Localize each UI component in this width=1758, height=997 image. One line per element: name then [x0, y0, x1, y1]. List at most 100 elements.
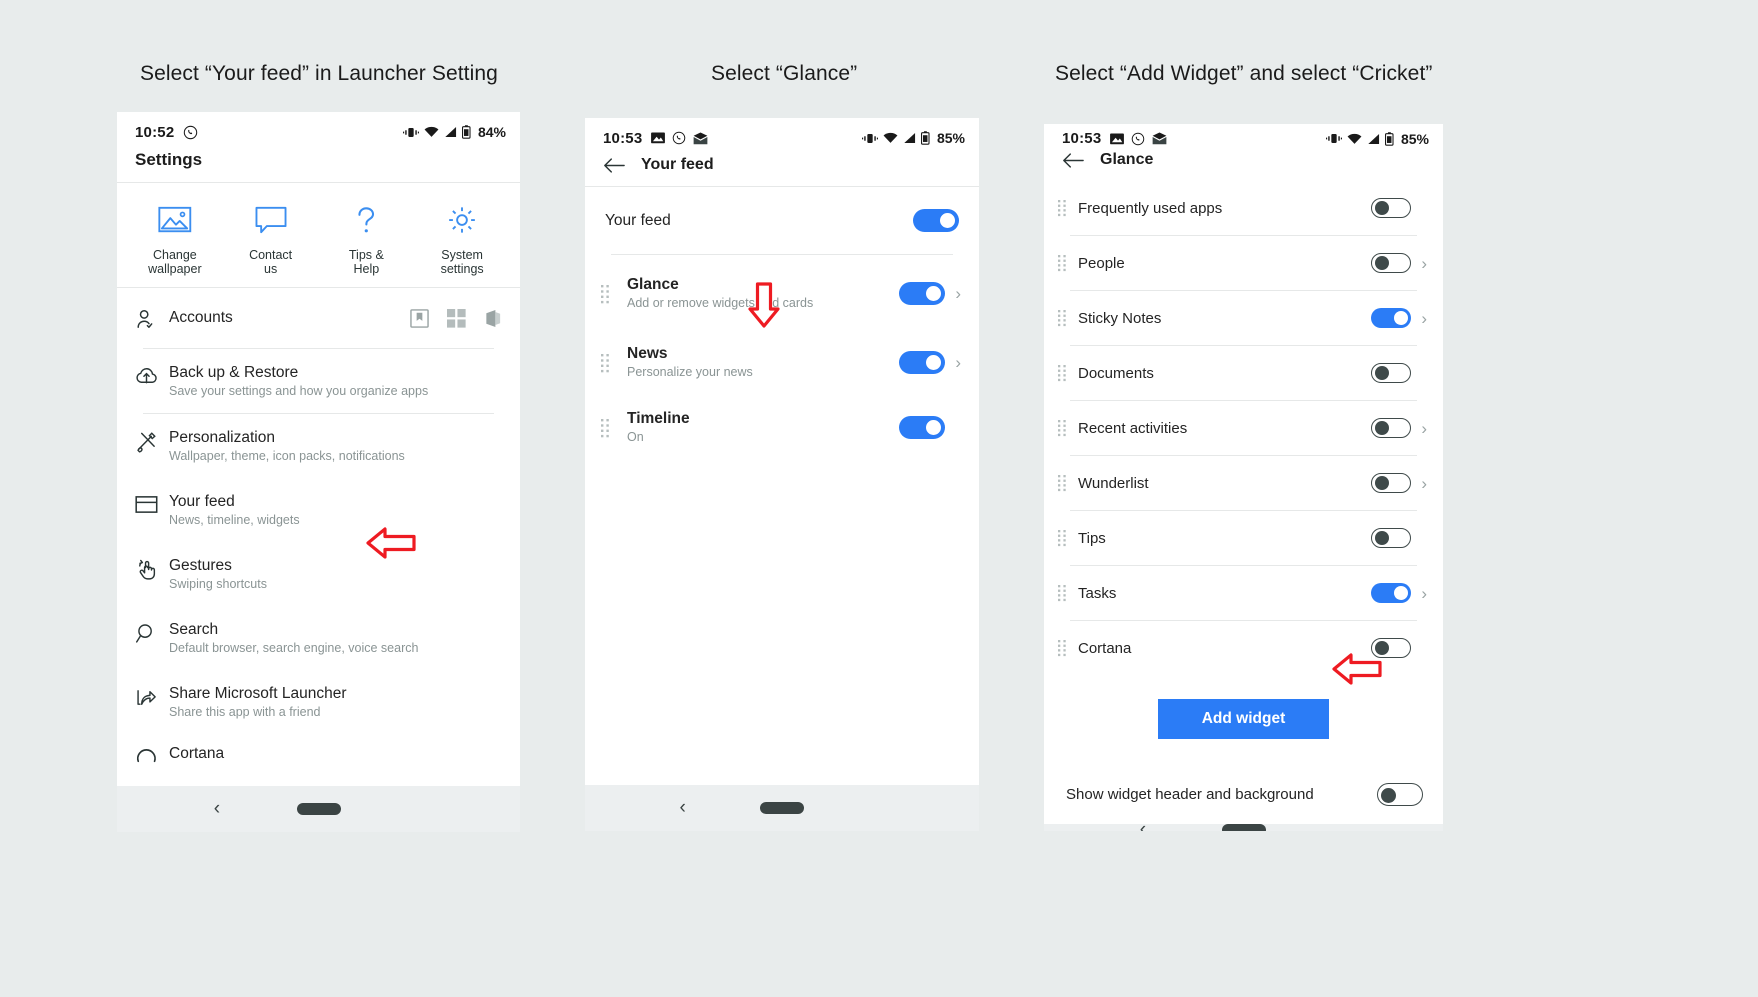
chevron-right-icon[interactable]: › [1419, 420, 1427, 437]
drag-handle-icon[interactable] [1058, 254, 1067, 272]
settings-row-cortana[interactable]: Cortana [117, 734, 520, 782]
drag-handle-icon[interactable] [601, 417, 615, 439]
chevron-right-icon[interactable]: › [955, 354, 961, 371]
people-toggle[interactable] [1371, 253, 1411, 273]
glance-widget-list: Frequently used apps › People › Sticky N… [1044, 181, 1443, 675]
nav-home-pill[interactable] [1221, 824, 1266, 831]
tasks-toggle[interactable] [1371, 583, 1411, 603]
glance-row-wunderlist[interactable]: Wunderlist › [1044, 456, 1443, 510]
chevron-right-icon[interactable]: › [1419, 585, 1427, 602]
glance-row-tasks[interactable]: Tasks › [1044, 566, 1443, 620]
glance-row-cortana[interactable]: Cortana › [1044, 621, 1443, 675]
settings-row-accounts[interactable]: Accounts [117, 288, 520, 348]
row-title: Tasks [1078, 584, 1117, 602]
tile-label: Tips & Help [348, 248, 384, 277]
nav-back-icon[interactable]: ‹ [1140, 819, 1146, 831]
question-mark-icon [349, 205, 383, 235]
office-icon[interactable] [484, 309, 502, 328]
drag-handle-icon[interactable] [1058, 639, 1067, 657]
chevron-right-icon[interactable]: › [1419, 310, 1427, 327]
signal-icon [444, 126, 457, 138]
chevron-right-icon[interactable]: › [955, 285, 961, 302]
settings-row-personalization[interactable]: Personalization Wallpaper, theme, icon p… [117, 414, 520, 478]
arrow-your-feed [366, 524, 416, 562]
tile-contact-us[interactable]: Contact us [229, 205, 313, 277]
feed-row-timeline[interactable]: Timeline On › [585, 395, 979, 460]
status-time: 10:53 [603, 129, 643, 147]
tile-change-wallpaper[interactable]: Change wallpaper [133, 205, 217, 277]
documents-toggle[interactable] [1371, 363, 1411, 383]
row-title: Recent activities [1078, 419, 1188, 437]
back-arrow-icon[interactable] [1062, 152, 1084, 169]
battery-percent: 85% [936, 130, 965, 146]
nav-back-icon[interactable]: ‹ [680, 797, 686, 819]
drag-handle-icon[interactable] [1058, 199, 1067, 217]
tile-label: System settings [440, 248, 484, 277]
drag-handle-icon[interactable] [1058, 584, 1067, 602]
drag-handle-icon[interactable] [1058, 474, 1067, 492]
settings-row-gestures[interactable]: Gestures Swiping shortcuts [117, 542, 520, 606]
drag-handle-icon[interactable] [1058, 419, 1067, 437]
settings-row-backup-restore[interactable]: Back up & Restore Save your settings and… [117, 349, 520, 413]
row-subtitle: Swiping shortcuts [169, 577, 267, 592]
app-bar-1: Settings [117, 146, 520, 182]
feed-master-toggle-row[interactable]: Your feed [585, 187, 979, 254]
drag-handle-icon[interactable] [1058, 364, 1067, 382]
back-arrow-icon[interactable] [603, 157, 625, 174]
settings-row-search[interactable]: Search Default browser, search engine, v… [117, 606, 520, 670]
glance-row-people[interactable]: People › [1044, 236, 1443, 290]
drag-handle-icon[interactable] [1058, 309, 1067, 327]
news-toggle[interactable] [899, 351, 946, 374]
recent-activities-toggle[interactable] [1371, 418, 1411, 438]
row-title: Accounts [169, 309, 233, 327]
nav-bar-2: ‹ [585, 785, 979, 831]
settings-row-share-launcher[interactable]: Share Microsoft Launcher Share this app … [117, 670, 520, 734]
row-title: Tips [1078, 529, 1106, 547]
nav-home-pill[interactable] [760, 802, 804, 814]
bookmark-icon[interactable] [410, 309, 429, 329]
sticky-notes-toggle[interactable] [1371, 308, 1411, 328]
show-widget-header-row[interactable]: Show widget header and background [1044, 765, 1443, 824]
glance-row-documents[interactable]: Documents › [1044, 346, 1443, 400]
feed-card-icon [135, 492, 169, 515]
app-bar-2: Your feed [585, 152, 979, 186]
tips-toggle[interactable] [1371, 528, 1411, 548]
nav-back-icon[interactable]: ‹ [214, 798, 220, 820]
chevron-right-icon[interactable]: › [1419, 475, 1427, 492]
mail-icon [693, 132, 708, 145]
frequently-used-apps-toggle[interactable] [1371, 198, 1411, 218]
timeline-toggle[interactable] [899, 416, 946, 439]
grid-icon[interactable] [447, 309, 466, 328]
arrow-glance [745, 282, 783, 328]
tile-system-settings[interactable]: System settings [420, 205, 504, 277]
paintbrush-icon [135, 428, 169, 453]
row-title: Wunderlist [1078, 474, 1149, 492]
wunderlist-toggle[interactable] [1371, 473, 1411, 493]
glance-row-tips[interactable]: Tips › [1044, 511, 1443, 565]
add-widget-button[interactable]: Add widget [1157, 699, 1330, 739]
nav-home-pill[interactable] [296, 803, 341, 815]
drag-handle-icon[interactable] [601, 352, 615, 374]
settings-list: Accounts Back up & Restore Save your set… [117, 288, 520, 782]
row-title: Your feed [605, 211, 671, 229]
phone-1-settings: 10:52 84% Settings Change wallpaper Cont… [117, 112, 520, 832]
drag-handle-icon[interactable] [1058, 529, 1067, 547]
glance-row-sticky-notes[interactable]: Sticky Notes › [1044, 291, 1443, 345]
drag-handle-icon[interactable] [601, 283, 615, 305]
show-widget-header-toggle[interactable] [1377, 783, 1423, 806]
photo-icon [1110, 133, 1125, 145]
your-feed-toggle[interactable] [913, 209, 959, 232]
row-title: Share Microsoft Launcher [169, 684, 347, 702]
page-title: Your feed [641, 156, 714, 173]
glance-row-recent-activities[interactable]: Recent activities › [1044, 401, 1443, 455]
wifi-icon [424, 126, 439, 138]
feed-row-news[interactable]: News Personalize your news › [585, 330, 979, 395]
whatsapp-icon [672, 131, 686, 145]
chevron-right-icon[interactable]: › [1419, 255, 1427, 272]
tile-tips-help[interactable]: Tips & Help [324, 205, 408, 277]
glance-toggle[interactable] [899, 282, 946, 305]
glance-row-frequently-used-apps[interactable]: Frequently used apps › [1044, 181, 1443, 235]
settings-row-your-feed[interactable]: Your feed News, timeline, widgets [117, 478, 520, 542]
status-bar-3: 10:53 85% [1044, 124, 1443, 147]
row-subtitle: News, timeline, widgets [169, 513, 300, 528]
